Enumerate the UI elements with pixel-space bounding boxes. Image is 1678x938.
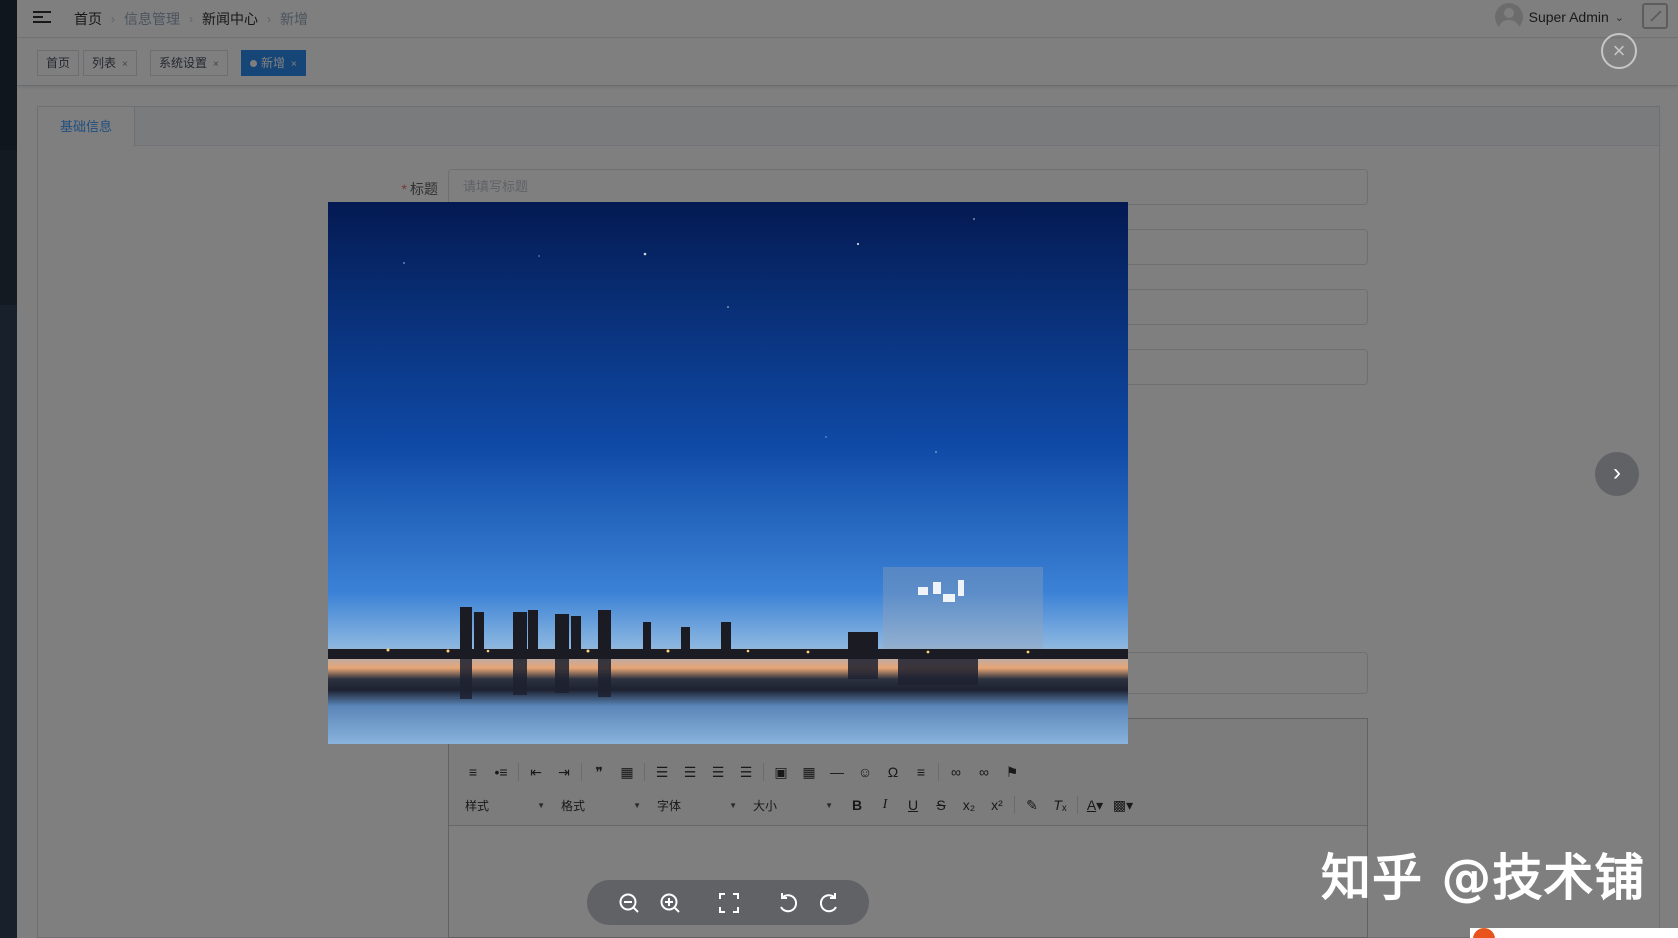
night-skyline-photo xyxy=(328,202,1128,744)
rotate-left-icon[interactable] xyxy=(775,890,801,916)
fit-screen-icon[interactable] xyxy=(716,890,742,916)
ime-logo-icon xyxy=(1473,928,1495,938)
ime-toolbar xyxy=(1470,928,1678,938)
preview-image[interactable] xyxy=(328,202,1128,744)
rotate-right-icon[interactable] xyxy=(816,890,842,916)
viewer-actions xyxy=(587,880,869,925)
close-icon[interactable]: × xyxy=(1601,33,1637,69)
zoom-out-icon[interactable] xyxy=(616,890,642,916)
watermark-text: 知乎 @技术铺 xyxy=(1321,849,1646,907)
zoom-in-icon[interactable] xyxy=(657,890,683,916)
arrow-right-icon[interactable]: › xyxy=(1595,452,1639,496)
